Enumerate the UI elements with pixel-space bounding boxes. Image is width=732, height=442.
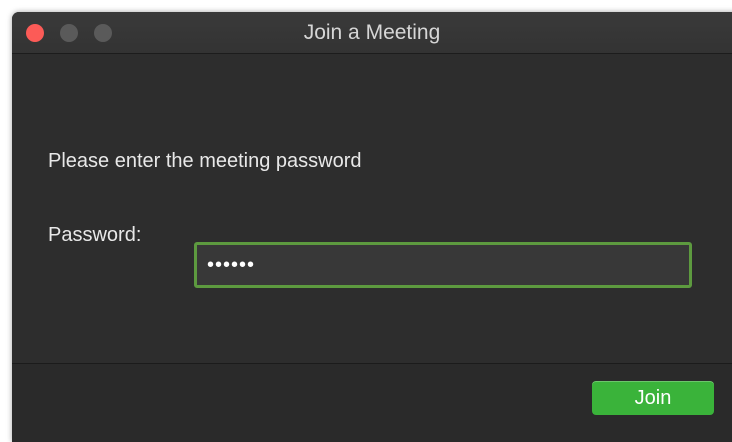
dialog-footer: Join: [12, 363, 732, 442]
password-prompt: Please enter the meeting password: [48, 150, 362, 172]
password-label: Password:: [48, 224, 142, 246]
join-meeting-window: Join a Meeting Please enter the meeting …: [12, 12, 732, 442]
title-bar: Join a Meeting: [12, 12, 732, 54]
dialog-content: Please enter the meeting password Passwo…: [12, 54, 732, 362]
password-input[interactable]: ••••••: [194, 242, 692, 288]
join-button[interactable]: Join: [592, 381, 714, 415]
window-title: Join a Meeting: [303, 21, 441, 44]
